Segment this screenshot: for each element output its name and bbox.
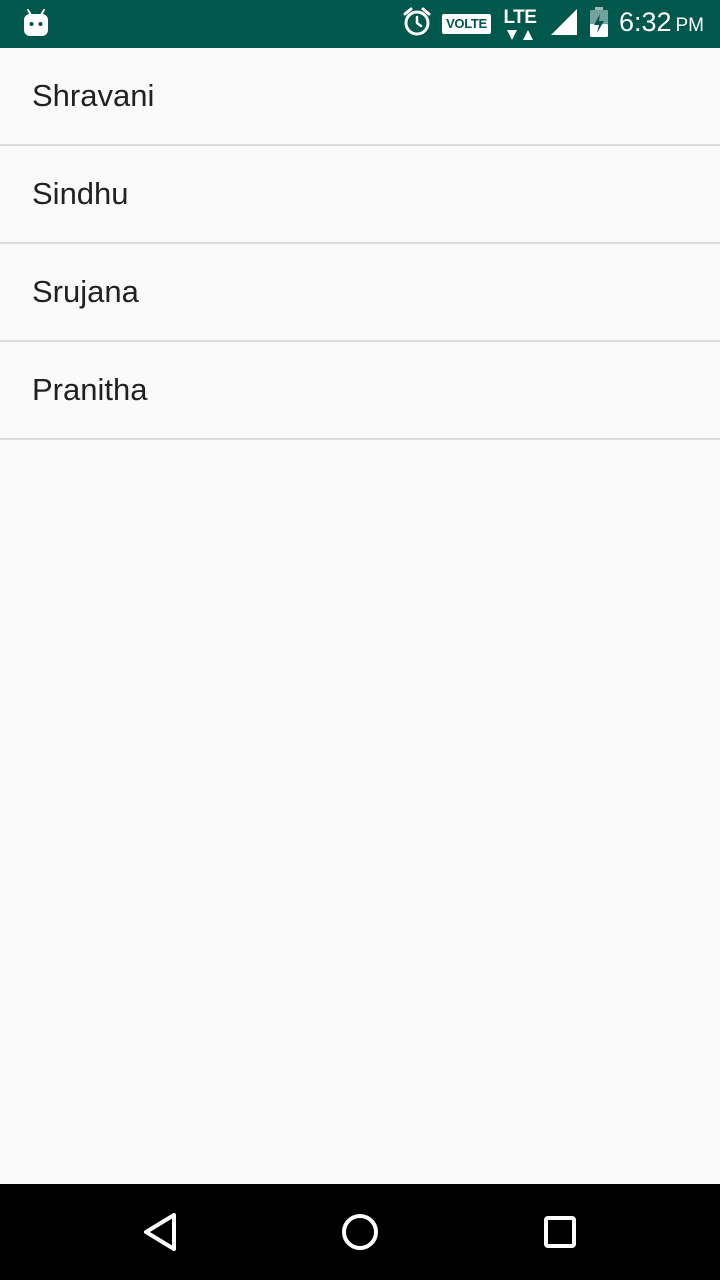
list-item[interactable]: Sindhu — [0, 146, 720, 244]
list-item-label: Pranitha — [32, 372, 148, 407]
clock-time: 6:32 — [618, 7, 672, 37]
status-clock: 6:32 PM — [619, 0, 704, 50]
list-item-label: Shravani — [32, 78, 155, 113]
back-icon[interactable] — [130, 1202, 190, 1262]
recent-apps-icon[interactable] — [530, 1202, 590, 1262]
list-item[interactable]: Srujana — [0, 244, 720, 342]
battery-icon — [589, 6, 609, 43]
list-item[interactable]: Shravani — [0, 48, 720, 146]
status-bar: VOLTE LTE 6:32 PM — [0, 0, 720, 48]
lte-icon: LTE — [501, 4, 539, 44]
list-item[interactable]: Pranitha — [0, 342, 720, 440]
android-robot-icon — [22, 8, 50, 38]
volte-badge: VOLTE — [442, 14, 491, 34]
list-item-label: Sindhu — [32, 176, 129, 211]
list-item-label: Srujana — [32, 274, 139, 309]
home-icon[interactable] — [330, 1202, 390, 1262]
alarm-icon — [402, 6, 432, 43]
navigation-bar — [0, 1184, 720, 1280]
status-icons: VOLTE LTE 6:32 PM — [392, 0, 704, 48]
clock-ampm: PM — [675, 15, 705, 36]
lte-label: LTE — [503, 7, 537, 28]
signal-icon — [549, 7, 579, 42]
names-list: Shravani Sindhu Srujana Pranitha — [0, 48, 720, 440]
